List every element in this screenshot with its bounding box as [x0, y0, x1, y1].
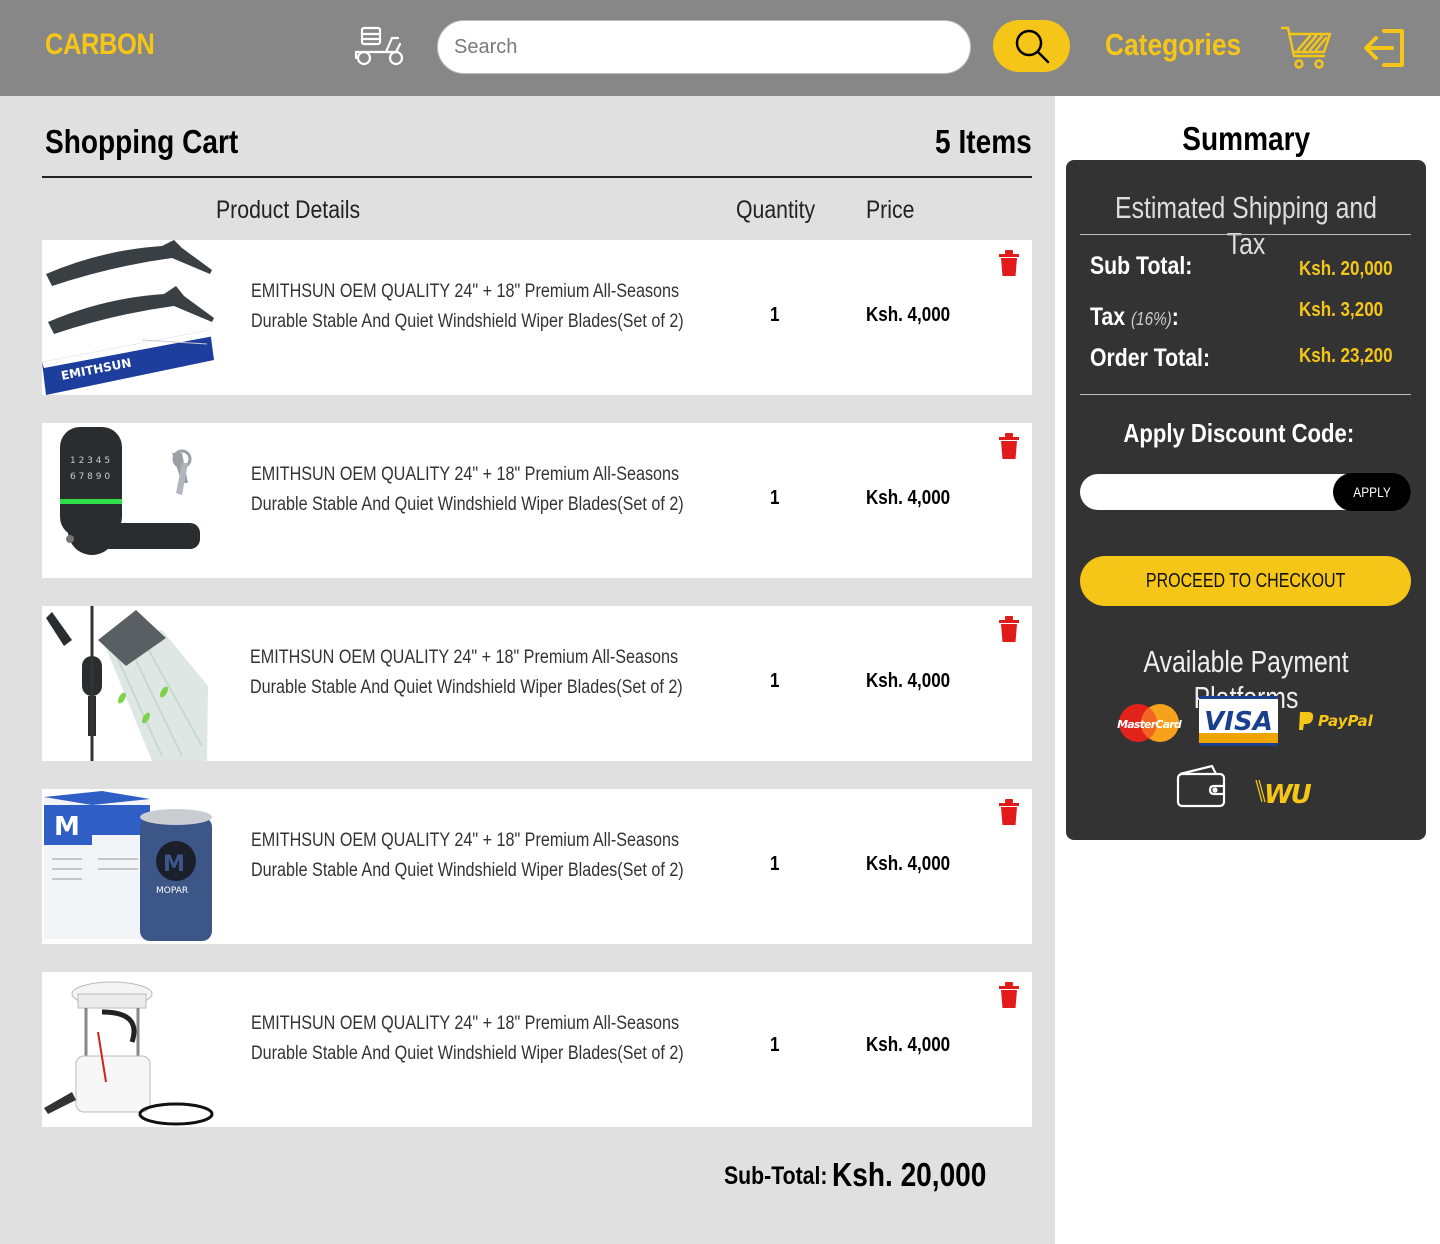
cart-title: Shopping Cart	[45, 123, 239, 160]
apply-discount-button[interactable]: APPLY	[1333, 473, 1411, 511]
order-total-label: Order Total:	[1090, 344, 1211, 372]
order-summary-card: Estimated Shipping and Tax Sub Total: Ks…	[1066, 160, 1426, 840]
western-union-logo: WU	[1255, 779, 1314, 806]
svg-text:1 2 3 4 5: 1 2 3 4 5	[70, 456, 110, 466]
delete-trash-icon[interactable]	[998, 250, 1020, 276]
column-header-quantity: Quantity	[736, 196, 816, 224]
delete-trash-icon[interactable]	[998, 982, 1020, 1008]
product-quantity[interactable]: 1	[770, 1034, 779, 1057]
column-header-price: Price	[866, 196, 915, 224]
product-image-wiper-blades[interactable]: EMITHSUN	[42, 240, 217, 395]
product-quantity[interactable]: 1	[770, 670, 779, 693]
search-button[interactable]	[993, 20, 1070, 72]
sub-total-label: Sub Total:	[1090, 252, 1193, 280]
discount-code-label: Apply Discount Code:	[1123, 418, 1354, 448]
product-description[interactable]: EMITHSUN OEM QUALITY 24" + 18" Premium A…	[251, 460, 684, 520]
cart-divider	[42, 176, 1032, 178]
product-description[interactable]: EMITHSUN OEM QUALITY 24" + 18" Premium A…	[251, 826, 684, 886]
product-description[interactable]: EMITHSUN OEM QUALITY 24" + 18" Premium A…	[250, 643, 683, 703]
svg-text:MasterCard: MasterCard	[1117, 718, 1182, 731]
product-image-mopar-oil-filter[interactable]: M M MOPAR	[42, 789, 217, 944]
product-quantity[interactable]: 1	[770, 853, 779, 876]
cart-item: EMITHSUN EMITHSUN OEM QUALITY 24" + 18" …	[42, 240, 1032, 395]
discount-code-input[interactable]	[1080, 474, 1330, 510]
product-image-keypad-door-lock[interactable]: 1 2 3 4 5 6 7 8 9 0	[42, 423, 217, 578]
product-price: Ksh. 4,000	[866, 670, 951, 692]
cart-item: M M MOPAR EMITHSUN OEM QUALITY 24" + 18"…	[42, 789, 1032, 944]
summary-divider	[1080, 234, 1411, 235]
cart-subtotal-label: Sub-Total:	[724, 1162, 828, 1190]
svg-text:M: M	[54, 812, 80, 842]
cart-item: 1 2 3 4 5 6 7 8 9 0 EMITHSUN OEM QUALITY…	[42, 423, 1032, 578]
cart-item-count: 5 Items	[935, 123, 1032, 160]
mastercard-logo: MasterCard	[1117, 704, 1182, 742]
product-price: Ksh. 4,000	[866, 1034, 951, 1056]
column-header-product-details: Product Details	[216, 196, 361, 224]
delete-trash-icon[interactable]	[998, 799, 1020, 825]
summary-divider	[1080, 394, 1411, 395]
svg-text:PayPal: PayPal	[1318, 712, 1374, 730]
brand-logo[interactable]: CARBON	[45, 28, 155, 62]
wallet-icon	[1176, 764, 1226, 808]
delete-trash-icon[interactable]	[998, 616, 1020, 642]
product-image-shower-head[interactable]	[42, 606, 217, 761]
sub-total-value: Ksh. 20,000	[1299, 258, 1393, 280]
search-input[interactable]	[438, 21, 970, 73]
search-icon	[1015, 29, 1049, 64]
cart-item: EMITHSUN OEM QUALITY 24" + 18" Premium A…	[42, 606, 1032, 761]
proceed-to-checkout-button[interactable]: PROCEED TO CHECKOUT	[1080, 556, 1411, 606]
logout-icon[interactable]	[1362, 28, 1406, 68]
cart-item: EMITHSUN OEM QUALITY 24" + 18" Premium A…	[42, 972, 1032, 1127]
svg-text:WU: WU	[1264, 780, 1312, 806]
tax-label: Tax (16%):	[1090, 303, 1179, 331]
categories-link[interactable]: Categories	[1105, 27, 1241, 63]
svg-text:MOPAR: MOPAR	[156, 886, 188, 896]
cart-subtotal-value: Ksh. 20,000	[832, 1156, 987, 1193]
product-description[interactable]: EMITHSUN OEM QUALITY 24" + 18" Premium A…	[251, 1009, 684, 1069]
svg-text:VISA: VISA	[1204, 707, 1273, 737]
search-field[interactable]	[437, 20, 971, 74]
delete-trash-icon[interactable]	[998, 433, 1020, 459]
top-nav-bar: CARBON Categories	[0, 0, 1440, 96]
tax-rate: (16%)	[1130, 309, 1172, 329]
visa-logo: VISA	[1199, 696, 1278, 746]
delivery-scooter-icon[interactable]	[352, 24, 408, 68]
svg-text:6 7 8 9 0: 6 7 8 9 0	[70, 472, 110, 482]
product-price: Ksh. 4,000	[866, 487, 951, 509]
product-price: Ksh. 4,000	[866, 304, 951, 326]
product-quantity[interactable]: 1	[770, 487, 779, 510]
svg-text:M: M	[163, 852, 185, 877]
product-price: Ksh. 4,000	[866, 853, 951, 875]
summary-title: Summary	[1182, 120, 1310, 157]
product-description[interactable]: EMITHSUN OEM QUALITY 24" + 18" Premium A…	[251, 277, 684, 337]
paypal-logo: PayPal	[1299, 712, 1374, 730]
product-image-fuel-pump-assembly[interactable]	[42, 972, 217, 1127]
product-quantity[interactable]: 1	[770, 304, 779, 327]
order-total-value: Ksh. 23,200	[1299, 345, 1393, 367]
shopping-cart-icon[interactable]	[1280, 24, 1332, 70]
tax-value: Ksh. 3,200	[1299, 299, 1384, 321]
